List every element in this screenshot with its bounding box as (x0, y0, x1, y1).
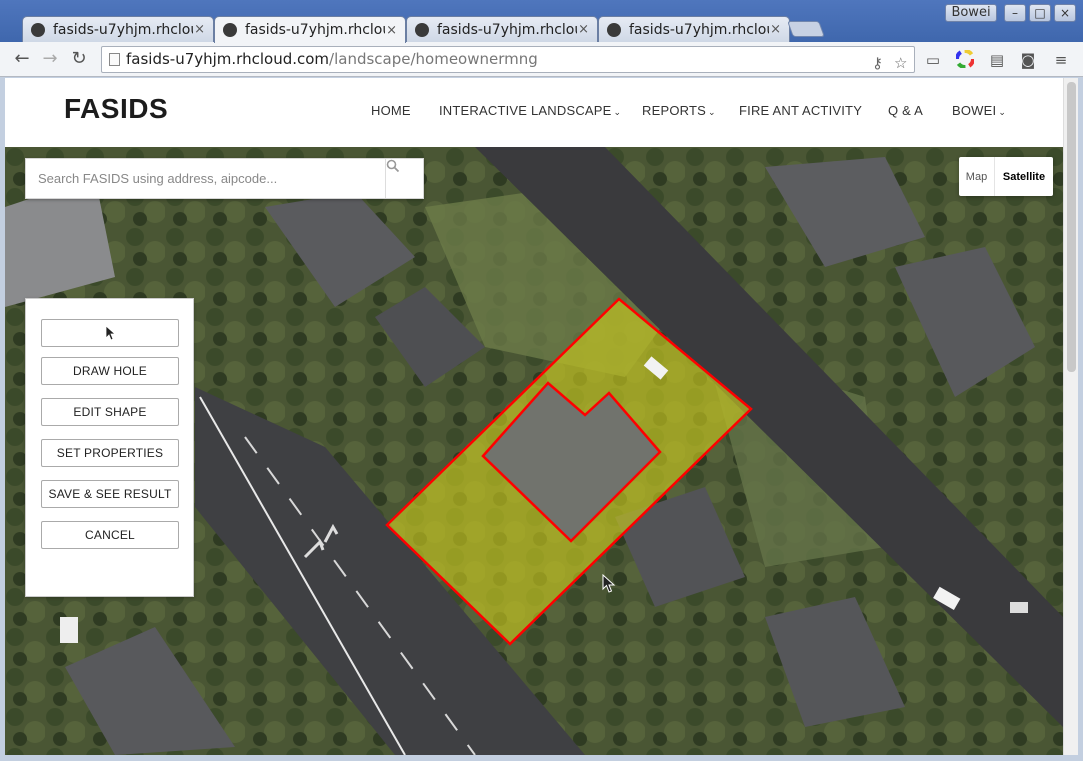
nav-label: BOWEI (952, 103, 997, 118)
page: FASIDS HOME INTERACTIVE LANDSCAPE ⌄ REPOR… (5, 78, 1063, 755)
profile-button[interactable]: Bowei (945, 4, 997, 22)
nav-qa[interactable]: Q & A (888, 103, 923, 118)
tab-close-icon[interactable]: × (770, 22, 781, 37)
nav-reports[interactable]: REPORTS ⌄ (642, 103, 716, 118)
browser-tab[interactable]: fasids-u7yhjm.rhcloud.com × (406, 16, 598, 42)
draw-hole-button[interactable]: DRAW HOLE (41, 357, 179, 385)
nav-label: INTERACTIVE LANDSCAPE (439, 103, 612, 118)
cast-icon[interactable]: ▭ (923, 50, 943, 70)
address-bar[interactable]: fasids-u7yhjm.rhcloud.com/landscape/home… (101, 46, 915, 73)
cursor-icon (105, 325, 117, 341)
favicon-icon (223, 23, 237, 37)
drawing-tools-panel: DRAW HOLE EDIT SHAPE SET PROPERTIES SAVE… (25, 298, 194, 597)
nav-label: REPORTS (642, 103, 707, 118)
nav-label: Q & A (888, 103, 923, 118)
tab-title: fasids-u7yhjm.rhcloud.com (629, 21, 769, 38)
chevron-down-icon: ⌄ (708, 107, 716, 117)
tab-strip: fasids-u7yhjm.rhcloud.com × fasids-u7yhj… (0, 0, 1083, 43)
pointer-tool-button[interactable] (41, 319, 179, 347)
map-type-satellite[interactable]: Satellite (995, 157, 1053, 196)
url-host: fasids-u7yhjm.rhcloud.com (126, 50, 330, 68)
page-icon (109, 53, 120, 66)
scrollbar-thumb[interactable] (1067, 82, 1076, 372)
nav-interactive-landscape[interactable]: INTERACTIVE LANDSCAPE ⌄ (439, 103, 621, 118)
map-search-box (25, 158, 424, 199)
chevron-down-icon: ⌄ (613, 107, 622, 117)
forward-icon[interactable]: → (38, 48, 62, 72)
search-input[interactable] (26, 159, 386, 198)
mouse-cursor-icon (602, 574, 616, 593)
search-icon (386, 159, 400, 173)
nav-label: FIRE ANT ACTIVITY (739, 103, 863, 118)
favicon-icon (31, 22, 45, 37)
nav-user-bowei[interactable]: BOWEI ⌄ (952, 103, 1006, 118)
maximize-button[interactable]: □ (1029, 4, 1051, 22)
tab-close-icon[interactable]: × (194, 22, 205, 37)
chevron-down-icon: ⌄ (998, 107, 1007, 117)
tab-title: fasids-u7yhjm.rhcloud.com (437, 21, 577, 38)
camera-icon[interactable]: ◙ (1018, 50, 1038, 70)
favicon-icon (607, 22, 621, 37)
bookmark-star-icon[interactable]: ☆ (894, 51, 907, 76)
site-logo[interactable]: FASIDS (64, 93, 168, 125)
site-header: FASIDS HOME INTERACTIVE LANDSCAPE ⌄ REPOR… (5, 78, 1063, 147)
extension-icon[interactable]: ▤ (987, 50, 1007, 70)
browser-tab[interactable]: fasids-u7yhjm.rhcloud.com × (22, 16, 214, 42)
search-button[interactable] (385, 159, 423, 198)
browser-chrome: fasids-u7yhjm.rhcloud.com × fasids-u7yhj… (0, 0, 1083, 77)
cancel-button[interactable]: CANCEL (41, 521, 179, 549)
menu-icon[interactable]: ≡ (1051, 50, 1071, 70)
satellite-map[interactable]: Map Satellite DRAW HOLE EDIT SHAPE SET P… (5, 147, 1063, 755)
new-tab-button[interactable] (787, 21, 825, 37)
map-type-control: Map Satellite (959, 157, 1053, 196)
browser-tab-active[interactable]: fasids-u7yhjm.rhcloud.com × (214, 16, 406, 43)
close-window-button[interactable]: × (1054, 4, 1076, 22)
reload-icon[interactable]: ↻ (67, 48, 91, 72)
tab-title: fasids-u7yhjm.rhcloud.com (53, 21, 193, 38)
key-icon[interactable]: ⚷ (872, 51, 883, 76)
map-type-map[interactable]: Map (959, 157, 995, 196)
set-properties-button[interactable]: SET PROPERTIES (41, 439, 179, 467)
url-path: /landscape/homeownermng (329, 50, 538, 68)
nav-fire-ant-activity[interactable]: FIRE ANT ACTIVITY (739, 103, 862, 118)
nav-home[interactable]: HOME (371, 103, 411, 118)
minimize-button[interactable]: – (1004, 4, 1026, 22)
browser-tab[interactable]: fasids-u7yhjm.rhcloud.com × (598, 16, 790, 42)
tab-close-icon[interactable]: × (386, 23, 397, 38)
page-scrollbar[interactable] (1063, 78, 1078, 755)
save-and-see-result-button[interactable]: SAVE & SEE RESULT (41, 480, 179, 508)
browser-toolbar: ← → ↻ fasids-u7yhjm.rhcloud.com/landscap… (0, 42, 1083, 77)
nav-label: HOME (371, 103, 411, 118)
favicon-icon (415, 22, 429, 37)
color-wheel-icon[interactable] (955, 49, 975, 70)
back-icon[interactable]: ← (10, 48, 34, 72)
tab-title: fasids-u7yhjm.rhcloud.com (245, 22, 385, 38)
tab-close-icon[interactable]: × (578, 22, 589, 37)
edit-shape-button[interactable]: EDIT SHAPE (41, 398, 179, 426)
